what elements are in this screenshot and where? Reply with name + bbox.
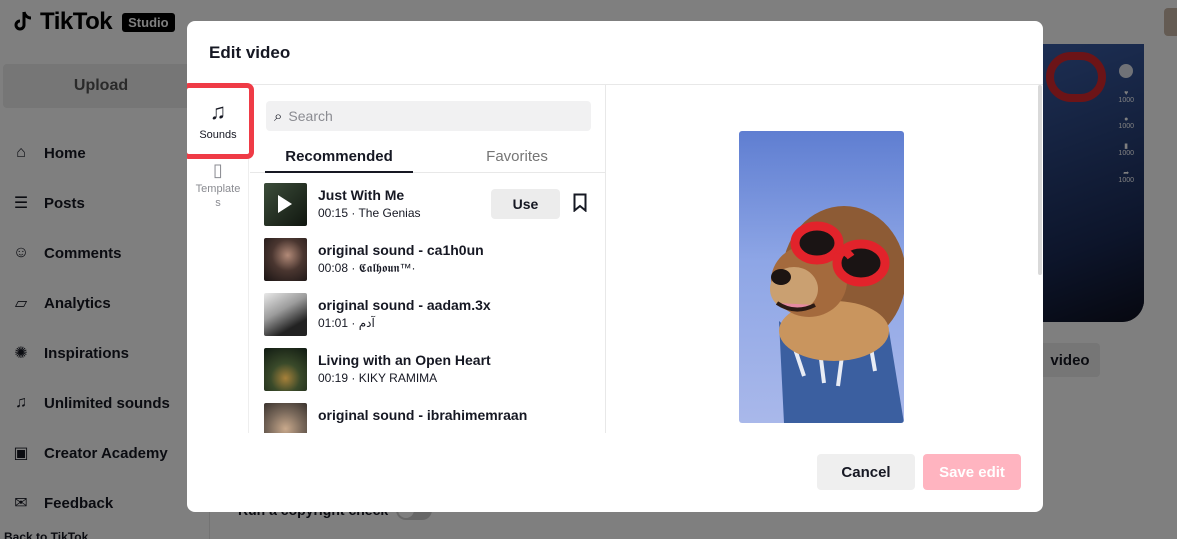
sound-meta: 01:01 · آدم bbox=[318, 316, 375, 330]
sound-meta: 00:19 · KIKY RAMIMA bbox=[318, 371, 438, 385]
sound-list: Just With Me 00:15 · The Genias Use orig… bbox=[250, 183, 606, 433]
video-preview-area bbox=[607, 85, 1043, 433]
modal-footer: Cancel Save edit bbox=[187, 433, 1043, 512]
sound-title: Living with an Open Heart bbox=[318, 352, 491, 368]
search-icon: ⌕ bbox=[274, 107, 283, 125]
tool-rail: ♫ Sounds ▯ Templates bbox=[187, 83, 254, 433]
search-input[interactable] bbox=[288, 108, 569, 124]
dog-with-goggles-image bbox=[770, 206, 904, 423]
sound-item[interactable]: original sound - ibrahimemraan bbox=[264, 403, 600, 433]
templates-icon: ▯ bbox=[213, 160, 223, 180]
tool-templates-label: Templates bbox=[195, 183, 241, 209]
video-preview[interactable] bbox=[739, 131, 904, 423]
tab-favorites[interactable]: Favorites bbox=[428, 143, 606, 172]
play-icon[interactable] bbox=[278, 195, 292, 213]
tool-sounds-label: Sounds bbox=[199, 129, 237, 141]
bookmark-icon[interactable] bbox=[573, 193, 587, 212]
tool-sounds[interactable]: ♫ Sounds bbox=[187, 83, 254, 159]
sound-cover bbox=[264, 403, 307, 433]
sound-cover bbox=[264, 183, 307, 226]
music-note-icon: ♫ bbox=[209, 99, 227, 124]
sound-cover bbox=[264, 238, 307, 281]
sound-meta: 00:08 · 𝕮𝖆𝖑𝖍𝖔𝖚𝖓™· bbox=[318, 261, 416, 275]
modal-header: Edit video bbox=[187, 21, 1043, 85]
sound-cover bbox=[264, 348, 307, 391]
sound-item[interactable]: Just With Me 00:15 · The Genias Use bbox=[264, 183, 600, 227]
sound-tabs: Recommended Favorites bbox=[250, 143, 606, 173]
sound-title: original sound - aadam.3x bbox=[318, 297, 491, 313]
sound-item[interactable]: Living with an Open Heart 00:19 · KIKY R… bbox=[264, 348, 600, 392]
sound-item[interactable]: original sound - aadam.3x 01:01 · آدم bbox=[264, 293, 600, 337]
sound-title: Just With Me bbox=[318, 187, 405, 203]
sound-cover bbox=[264, 293, 307, 336]
tool-templates[interactable]: ▯ Templates bbox=[193, 161, 243, 210]
sound-title: original sound - ibrahimemraan bbox=[318, 407, 528, 423]
modal-scrollbar[interactable] bbox=[1038, 85, 1042, 275]
edit-video-modal: Edit video ♫ Sounds ▯ Templates ⌕ Recomm… bbox=[187, 21, 1043, 512]
sound-meta: 00:15 · The Genias bbox=[318, 206, 421, 220]
tab-recommended[interactable]: Recommended bbox=[250, 143, 428, 173]
sound-title: original sound - ca1h0un bbox=[318, 242, 484, 258]
sounds-panel: ⌕ Recommended Favorites Just With Me 00:… bbox=[250, 85, 606, 433]
modal-title: Edit video bbox=[209, 43, 291, 62]
save-edit-button[interactable]: Save edit bbox=[923, 454, 1021, 490]
search-box[interactable]: ⌕ bbox=[266, 101, 591, 131]
sound-item[interactable]: original sound - ca1h0un 00:08 · 𝕮𝖆𝖑𝖍𝖔𝖚𝖓… bbox=[264, 238, 600, 282]
use-sound-button[interactable]: Use bbox=[491, 189, 560, 219]
cancel-button[interactable]: Cancel bbox=[817, 454, 915, 490]
